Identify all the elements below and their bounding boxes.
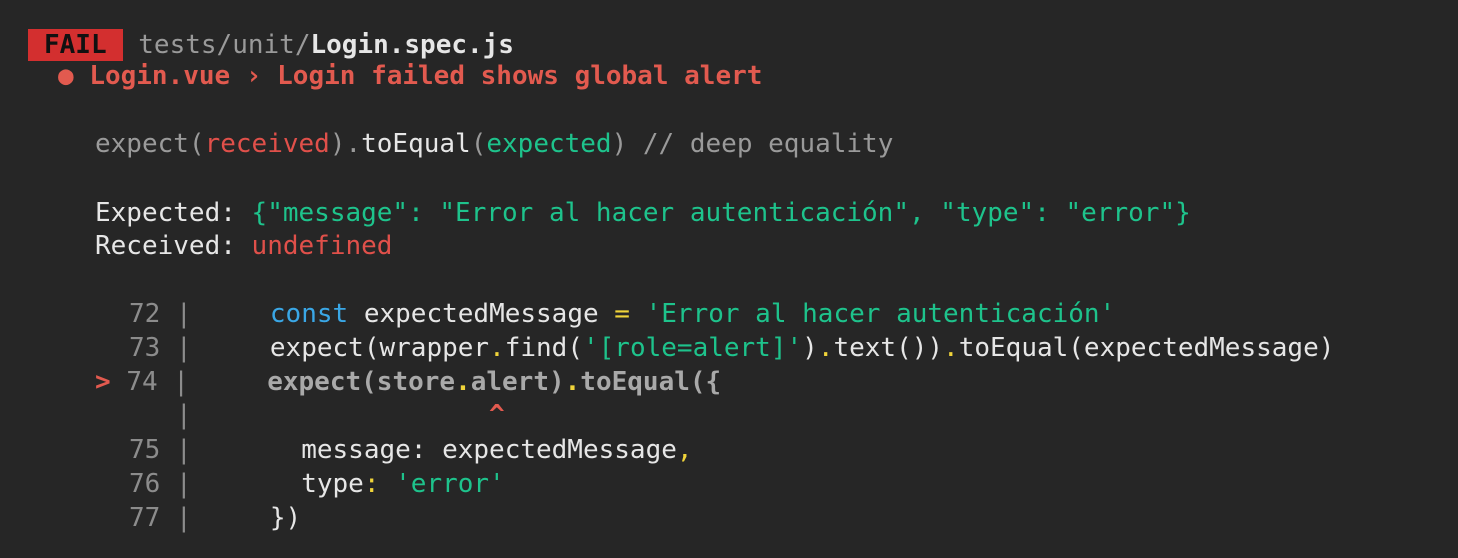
received-value: undefined (251, 231, 393, 261)
code-text: expect(store (267, 367, 456, 397)
test-file-header: FAIL tests/unit/Login.spec.js (28, 28, 514, 62)
line-number: 73 (129, 333, 161, 363)
failure-bullet-icon: ● (58, 61, 74, 91)
gutter-bar: | (175, 333, 192, 363)
code-string: 'Error al hacer autenticación' (645, 299, 1116, 329)
code-string: '[role=alert]' (583, 333, 803, 363)
gutter-bar: | (175, 503, 192, 533)
terminal: FAIL tests/unit/Login.spec.js ● Login.vu… (0, 0, 1458, 558)
matcher-paren-open: ( (470, 129, 487, 159)
line-number: 77 (129, 503, 161, 533)
test-title: Login.vue › Login failed shows global al… (89, 61, 763, 91)
matcher-hint: expect(received).toEqual(expected) // de… (95, 127, 893, 161)
line-number: 74 (126, 367, 158, 397)
expected-value: {"message": "Error al hacer autenticació… (251, 198, 1191, 228)
gutter-bar: | (173, 367, 189, 397)
code-text: toEqual({ (580, 367, 722, 397)
code-colon: : (363, 469, 396, 499)
status-badge: FAIL (28, 29, 123, 61)
error-caret-icon: ^ (489, 400, 505, 430)
code-text: message: expectedMessage (301, 435, 677, 465)
code-line-76: 76 | type: 'error' (129, 467, 505, 501)
gutter-bar: | (175, 400, 192, 430)
code-operator: = (614, 299, 630, 329)
line-number: 76 (129, 469, 161, 499)
code-dot: . (943, 333, 959, 363)
error-pointer-icon: > (95, 367, 111, 397)
code-text: text()) (833, 333, 944, 363)
matcher-received: received (204, 129, 330, 159)
matcher-expect-open: expect( (95, 129, 205, 159)
gutter-bar: | (175, 469, 192, 499)
code-text: expect(wrapper (269, 333, 490, 363)
code-line-74: > 74 | expect(store.alert).toEqual({ (95, 365, 721, 399)
matcher-comment: ) // deep equality (611, 129, 894, 159)
code-line-75: 75 | message: expectedMessage, (129, 433, 693, 467)
code-comma: , (676, 435, 693, 465)
code-keyword: const (269, 299, 349, 329)
received-label: Received: (95, 231, 252, 261)
matcher-method: toEqual (361, 129, 471, 159)
code-text: expectedMessage (348, 299, 615, 329)
caret-line: | ^ (129, 398, 505, 432)
code-line-77: 77 | }) (129, 501, 301, 535)
line-number: 75 (129, 435, 161, 465)
gutter-bar: | (175, 299, 192, 329)
code-line-72: 72 | const expectedMessage = 'Error al h… (129, 297, 1115, 331)
file-name: Login.spec.js (310, 30, 514, 60)
code-dot: . (455, 367, 471, 397)
code-text: ) (802, 333, 818, 363)
code-dot: . (564, 367, 581, 397)
received-line: Received: undefined (95, 229, 392, 263)
matcher-mid: ). (329, 129, 362, 159)
matcher-expected: expected (486, 129, 612, 159)
line-number: 72 (129, 299, 161, 329)
expected-label: Expected: (95, 198, 252, 228)
expected-line: Expected: {"message": "Error al hacer au… (95, 196, 1191, 230)
code-string: 'error' (395, 469, 505, 499)
file-path-prefix: tests/unit/ (138, 30, 311, 60)
code-key: type (301, 469, 364, 499)
code-text: find( (504, 333, 583, 363)
gutter-bar: | (175, 435, 192, 465)
code-text: }) (269, 503, 302, 533)
code-line-73: 73 | expect(wrapper.find('[role=alert]')… (129, 331, 1334, 365)
code-text: toEqual(expectedMessage) (958, 333, 1335, 363)
code-text: alert) (470, 367, 565, 397)
test-title-line: ● Login.vue › Login failed shows global … (58, 59, 762, 93)
code-dot: . (817, 333, 834, 363)
code-dot: . (489, 333, 505, 363)
